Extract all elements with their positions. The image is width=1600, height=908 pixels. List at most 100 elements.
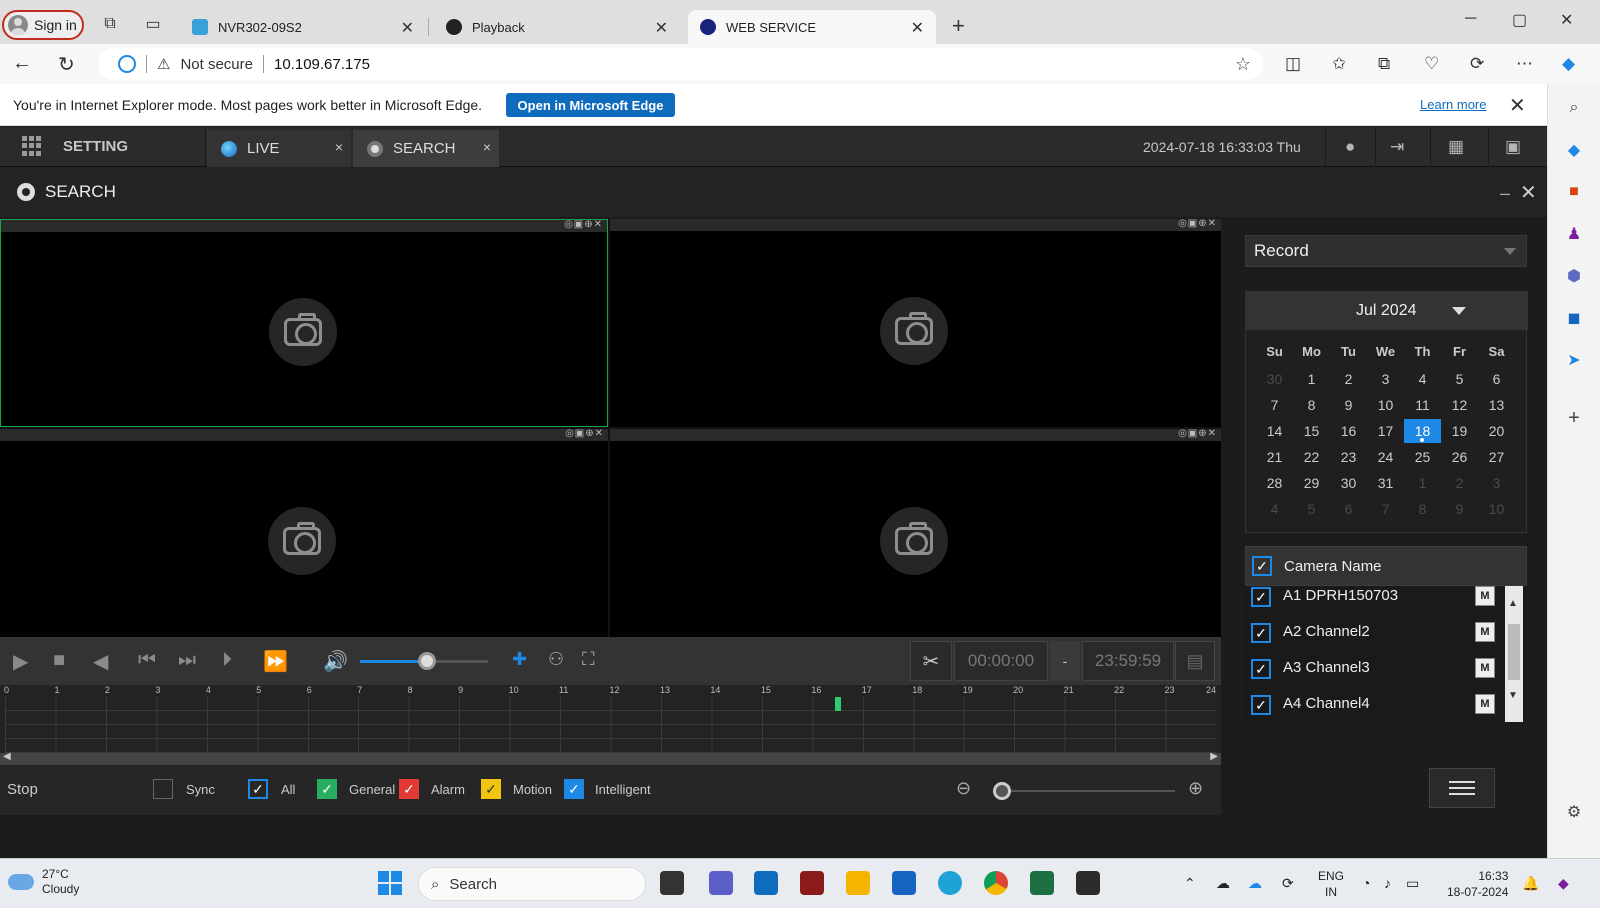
calendar-day[interactable]: 30 xyxy=(1330,471,1367,495)
camera-mode-button[interactable]: M xyxy=(1475,658,1495,678)
volume-handle[interactable] xyxy=(418,652,436,670)
back-icon[interactable]: ← xyxy=(12,52,32,75)
logout-icon[interactable]: ⇥ xyxy=(1390,137,1404,157)
pane-tools-icon[interactable]: ◎▣⊕✕ xyxy=(1178,218,1217,229)
calendar-day[interactable]: 17 xyxy=(1367,419,1404,443)
store-icon[interactable] xyxy=(892,871,916,895)
calendar-day[interactable]: 25 xyxy=(1404,445,1441,469)
timeline-grid[interactable] xyxy=(5,697,1216,753)
calendar-day[interactable]: 27 xyxy=(1478,445,1515,469)
timeline-zoom-slider[interactable] xyxy=(1000,790,1175,792)
tab-actions-icon[interactable]: ▭ xyxy=(143,14,163,34)
add-icon[interactable]: + xyxy=(1564,407,1584,429)
maximize-window-icon[interactable]: ▢ xyxy=(1512,10,1527,30)
calendar-day[interactable]: 31 xyxy=(1367,471,1404,495)
office-icon[interactable]: ⬢ xyxy=(1564,266,1584,286)
volume-slider[interactable] xyxy=(360,652,488,670)
calendar-day[interactable]: 5 xyxy=(1441,367,1478,391)
reverse-play-icon[interactable]: ◀ xyxy=(93,649,108,674)
browser-essentials-icon[interactable]: ♡ xyxy=(1424,54,1439,74)
outlook-icon[interactable] xyxy=(754,871,778,895)
calendar-day[interactable]: 22 xyxy=(1293,445,1330,469)
save-clip-icon[interactable]: ▤ xyxy=(1175,641,1215,681)
outlook-icon[interactable]: ◼ xyxy=(1564,308,1584,328)
new-tab-icon[interactable]: + xyxy=(952,13,965,39)
fit-screen-icon[interactable]: ⛶ xyxy=(582,649,595,670)
alarm-checkbox[interactable]: ✓ xyxy=(399,779,419,799)
clip-scissors-button[interactable]: ✂ xyxy=(910,641,952,681)
calendar-day[interactable]: 12 xyxy=(1441,393,1478,417)
video-pane-3[interactable]: ◎▣⊕✕ xyxy=(0,428,608,637)
camera-checkbox[interactable]: ✓ xyxy=(1251,659,1271,679)
speaker-icon[interactable]: ♪ xyxy=(1384,875,1391,891)
url-field[interactable]: ⚠ Not secure 10.109.67.175 ☆ xyxy=(98,48,1263,80)
taskbar-search[interactable]: ⌕ Search xyxy=(418,867,646,901)
close-infobar-icon[interactable]: ✕ xyxy=(1509,93,1526,118)
fullscreen-icon[interactable]: ▣ xyxy=(1505,137,1521,157)
close-tab-icon[interactable]: ✕ xyxy=(655,18,668,38)
chrome-icon[interactable] xyxy=(984,871,1008,895)
calendar-month[interactable]: Jul 2024 xyxy=(1356,302,1417,320)
toolbox-icon[interactable]: ■ xyxy=(1564,182,1584,202)
calendar-day[interactable]: 7 xyxy=(1256,393,1293,417)
pane-tools-icon[interactable]: ◎▣⊕✕ xyxy=(564,219,603,230)
security-label[interactable]: Not secure xyxy=(180,56,253,73)
volume-icon[interactable]: 🔊 xyxy=(323,649,348,674)
timeline-zoom-handle[interactable] xyxy=(993,782,1011,800)
ie-mode-icon[interactable] xyxy=(118,55,136,73)
timeline[interactable]: 0 1 2 3 4 5 6 7 8 9 10 11 12 13 14 15 16 17 18 19 20 21 22 23 24… xyxy=(0,685,1221,765)
camera-mode-button[interactable]: M xyxy=(1475,622,1495,642)
settings-gear-icon[interactable]: ⚙ xyxy=(1564,802,1584,822)
month-dropdown-icon[interactable] xyxy=(1452,307,1466,315)
close-tab-icon[interactable]: ✕ xyxy=(401,18,414,38)
camera-row[interactable]: ✓ A3 Channel3 M xyxy=(1245,650,1505,686)
calendar-day[interactable]: 24 xyxy=(1367,445,1404,469)
split-screen-icon[interactable]: ◫ xyxy=(1285,54,1301,74)
show-hidden-icons-icon[interactable]: ⌃ xyxy=(1184,875,1196,892)
calendar-day[interactable]: 15 xyxy=(1293,419,1330,443)
video-pane-1[interactable]: ◎▣⊕✕ xyxy=(0,219,608,427)
record-type-dropdown[interactable]: Record xyxy=(1245,235,1527,267)
select-all-cameras-checkbox[interactable]: ✓ xyxy=(1252,556,1272,576)
calendar-day[interactable]: 23 xyxy=(1330,445,1367,469)
calendar-day[interactable]: 21 xyxy=(1256,445,1293,469)
notification-bell-icon[interactable]: 🔔 xyxy=(1522,875,1539,892)
calendar-day[interactable]: 16 xyxy=(1330,419,1367,443)
user-icon[interactable]: ● xyxy=(1345,137,1355,157)
teams-icon[interactable] xyxy=(709,871,733,895)
people-icon[interactable]: ♟ xyxy=(1564,224,1584,244)
wifi-icon[interactable]: ◔ xyxy=(1362,875,1370,891)
general-checkbox[interactable]: ✓ xyxy=(317,779,337,799)
refresh-icon[interactable]: ↻ xyxy=(58,52,75,77)
calendar-day[interactable]: 26 xyxy=(1441,445,1478,469)
calendar-day[interactable]: 10 xyxy=(1367,393,1404,417)
all-checkbox[interactable]: ✓ xyxy=(248,779,268,799)
calendar-day[interactable]: 8 xyxy=(1293,393,1330,417)
menu-grid-icon[interactable] xyxy=(22,136,42,156)
calendar-day[interactable]: 4 xyxy=(1404,367,1441,391)
camera-row[interactable]: ✓ A4 Channel4 M xyxy=(1245,686,1505,722)
video-pane-4[interactable]: ◎▣⊕✕ xyxy=(610,428,1221,637)
video-pane-2[interactable]: ◎▣⊕✕ xyxy=(610,218,1221,427)
clip-start-time[interactable]: 00:00:00 xyxy=(954,641,1048,681)
calendar-day[interactable]: 3 xyxy=(1367,367,1404,391)
task-view-icon[interactable] xyxy=(660,871,684,895)
tag-icon[interactable]: ◆ xyxy=(1564,140,1584,160)
weather-widget[interactable]: 27°C Cloudy xyxy=(8,867,79,897)
send-icon[interactable]: ➤ xyxy=(1564,350,1584,370)
camera-checkbox[interactable]: ✓ xyxy=(1251,587,1271,607)
calendar-day[interactable]: 20 xyxy=(1478,419,1515,443)
file-explorer-icon[interactable] xyxy=(846,871,870,895)
url-text[interactable]: 10.109.67.175 xyxy=(274,56,370,73)
refresh-tray-icon[interactable]: ⟳ xyxy=(1282,875,1294,892)
app-icon[interactable] xyxy=(800,871,824,895)
calendar-day[interactable]: 9 xyxy=(1330,393,1367,417)
close-tab-icon[interactable]: ✕ xyxy=(911,18,924,38)
calendar-day[interactable]: 29 xyxy=(1293,471,1330,495)
calendar-day[interactable]: 19 xyxy=(1441,419,1478,443)
open-in-edge-button[interactable]: Open in Microsoft Edge xyxy=(506,93,675,117)
onedrive-icon[interactable]: ☁ xyxy=(1216,875,1230,892)
scroll-thumb[interactable] xyxy=(1508,624,1520,680)
cloud-sync-icon[interactable]: ☁ xyxy=(1248,875,1262,892)
close-tab-icon[interactable]: × xyxy=(483,139,491,155)
